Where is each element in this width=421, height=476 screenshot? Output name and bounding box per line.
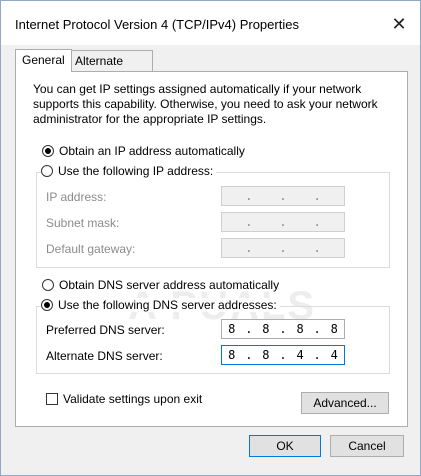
tab-general-label: General [22, 53, 65, 67]
advanced-button[interactable]: Advanced... [301, 392, 389, 414]
info-text: You can get IP settings assigned automat… [33, 82, 378, 126]
obtain-dns-auto-label: Obtain DNS server address automatically [59, 278, 280, 292]
default-gateway-label: Default gateway: [46, 242, 136, 256]
preferred-dns-field[interactable]: 8. 8. 8. 8 [221, 319, 345, 339]
use-following-dns-label: Use the following DNS server addresses: [58, 298, 277, 312]
radio-unselected-icon [41, 165, 53, 177]
validate-settings-label: Validate settings upon exit [63, 392, 203, 406]
use-following-dns-radio[interactable]: Use the following DNS server addresses: [41, 298, 280, 312]
default-gateway-field[interactable]: . . . [221, 238, 345, 258]
use-following-ip-label: Use the following IP address: [58, 164, 214, 178]
subnet-mask-field[interactable]: . . . [221, 212, 345, 232]
ip-address-field[interactable]: . . . [221, 186, 345, 206]
use-following-ip-radio[interactable]: Use the following IP address: [41, 164, 217, 178]
alternate-dns-field[interactable]: 8. 8. 4. 4 [221, 345, 345, 365]
ip-address-label: IP address: [46, 190, 107, 204]
validate-settings-checkbox[interactable]: Validate settings upon exit [46, 392, 202, 406]
radio-unselected-icon [42, 279, 54, 291]
cancel-button[interactable]: Cancel [330, 435, 404, 457]
tab-alternate-configuration[interactable]: Alternate Configuration [68, 50, 154, 88]
properties-dialog: Internet Protocol Version 4 (TCP/IPv4) P… [0, 0, 421, 476]
obtain-dns-auto-radio[interactable]: Obtain DNS server address automatically [42, 278, 279, 292]
window-title: Internet Protocol Version 4 (TCP/IPv4) P… [15, 17, 299, 32]
radio-selected-icon [41, 299, 53, 311]
obtain-ip-auto-label: Obtain an IP address automatically [59, 144, 245, 158]
ok-button[interactable]: OK [249, 435, 321, 457]
checkbox-unchecked-icon [46, 393, 58, 405]
alternate-dns-label: Alternate DNS server: [46, 349, 163, 363]
tab-general[interactable]: General [15, 49, 72, 72]
title-bar: Internet Protocol Version 4 (TCP/IPv4) P… [1, 1, 420, 45]
close-icon[interactable]: ✕ [388, 13, 410, 35]
subnet-mask-label: Subnet mask: [46, 216, 120, 230]
radio-selected-icon [42, 145, 54, 157]
obtain-ip-auto-radio[interactable]: Obtain an IP address automatically [42, 144, 245, 158]
preferred-dns-label: Preferred DNS server: [46, 323, 165, 337]
general-panel: You can get IP settings assigned automat… [15, 71, 408, 427]
